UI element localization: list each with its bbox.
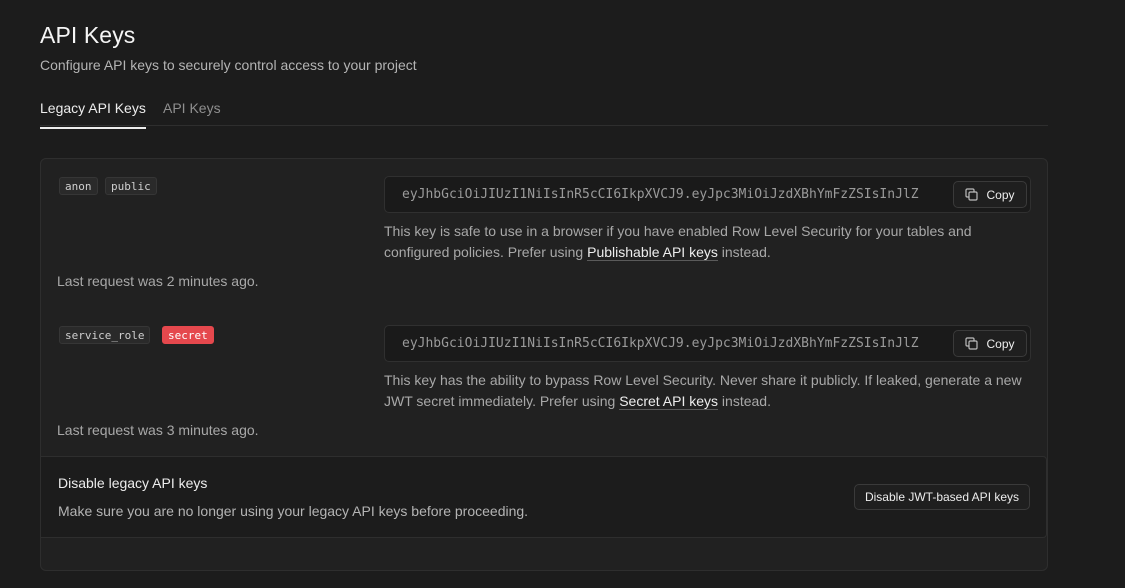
copy-label: Copy [986,336,1015,351]
service-role-key-description: This key has the ability to bypass Row L… [384,370,1034,412]
desc-text-end: instead. [717,244,771,260]
disable-jwt-keys-button[interactable]: Disable JWT-based API keys [854,484,1030,510]
secret-keys-link[interactable]: Secret API keys [619,393,719,410]
copy-service-role-key-button[interactable]: Copy [953,330,1027,357]
tab-legacy-api-keys[interactable]: Legacy API Keys [40,100,146,129]
copy-icon [965,188,979,201]
anon-last-request: Last request was 2 minutes ago. [57,273,259,289]
anon-key-description: This key is safe to use in a browser if … [384,221,1034,263]
api-keys-page: API Keys Configure API keys to securely … [0,0,1125,588]
badge-anon: anon [59,177,98,195]
publishable-keys-link[interactable]: Publishable API keys [587,244,718,261]
disable-section-description: Make sure you are no longer using your l… [58,503,529,519]
tab-bar: Legacy API Keys API Keys [40,96,1048,129]
disable-section-title: Disable legacy API keys [58,475,208,491]
disable-legacy-section: Disable legacy API keys Make sure you ar… [41,456,1047,538]
anon-key-value: eyJhbGciOiJIUzI1NiIsInR5cCI6IkpXVCJ9.eyJ… [402,187,919,202]
service-role-last-request: Last request was 3 minutes ago. [57,422,259,438]
page-subtitle: Configure API keys to securely control a… [40,57,417,73]
page-title: API Keys [40,22,136,48]
anon-key-field[interactable]: eyJhbGciOiJIUzI1NiIsInR5cCI6IkpXVCJ9.eyJ… [384,176,1031,213]
service-role-key-value: eyJhbGciOiJIUzI1NiIsInR5cCI6IkpXVCJ9.eyJ… [402,336,919,351]
badge-public: public [105,177,157,195]
copy-icon [965,337,979,350]
badge-secret: secret [162,326,214,344]
legacy-keys-card: anon public eyJhbGciOiJIUzI1NiIsInR5cCI6… [40,158,1048,571]
desc-text-end: instead. [718,393,771,409]
badge-service-role: service_role [59,326,151,344]
copy-anon-key-button[interactable]: Copy [953,181,1027,208]
tab-api-keys[interactable]: API Keys [163,100,221,125]
service-role-key-field[interactable]: eyJhbGciOiJIUzI1NiIsInR5cCI6IkpXVCJ9.eyJ… [384,325,1031,362]
copy-label: Copy [986,187,1015,202]
